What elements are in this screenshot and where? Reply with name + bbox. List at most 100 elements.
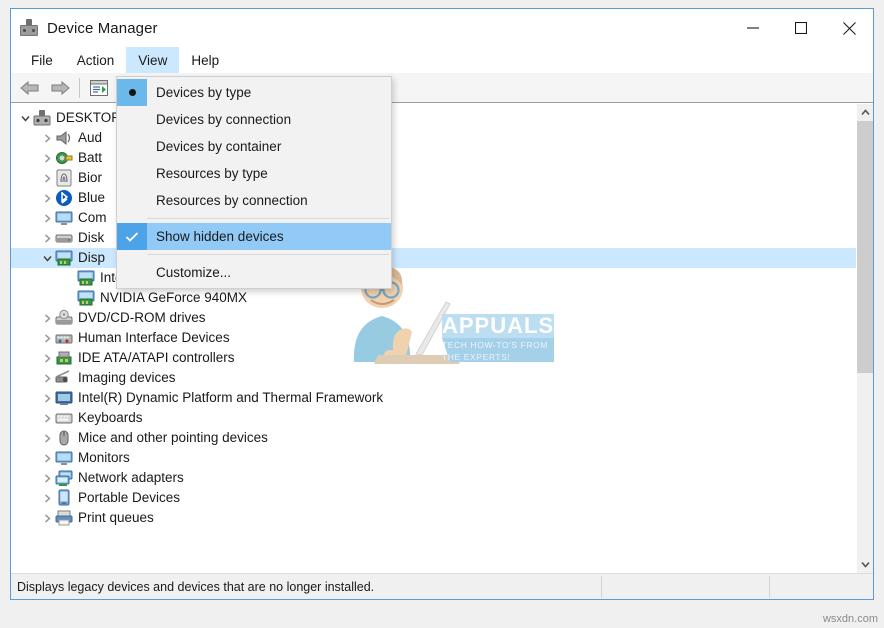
- view-menu-item[interactable]: Customize...: [117, 259, 391, 286]
- menu-action[interactable]: Action: [65, 47, 127, 73]
- chevron-right-icon[interactable]: [39, 488, 55, 508]
- menu-gutter: [117, 259, 147, 286]
- maximize-icon: [795, 22, 807, 34]
- chevron-right-icon[interactable]: [39, 508, 55, 528]
- chevron-right-icon[interactable]: [39, 408, 55, 428]
- view-menu-item[interactable]: Resources by type: [117, 160, 391, 187]
- chevron-right-icon[interactable]: [39, 168, 55, 188]
- tree-row[interactable]: DVD/CD-ROM drives: [11, 308, 856, 328]
- printer-icon: [55, 509, 73, 527]
- view-menu-item[interactable]: Devices by connection: [117, 106, 391, 133]
- menu-help[interactable]: Help: [179, 47, 231, 73]
- audio-icon: [55, 129, 73, 147]
- dvd-drive-icon: [55, 309, 73, 325]
- view-menu-item[interactable]: Devices by container: [117, 133, 391, 160]
- chevron-down-icon[interactable]: [17, 108, 33, 128]
- chevron-right-icon[interactable]: [39, 308, 55, 328]
- status-divider-1: [601, 576, 602, 598]
- chevron-right-icon[interactable]: [39, 448, 55, 468]
- device-manager-icon: [19, 18, 39, 38]
- battery-icon: [55, 149, 73, 167]
- scroll-thumb[interactable]: [857, 121, 873, 374]
- chevron-down-icon[interactable]: [39, 248, 55, 268]
- chevron-right-icon[interactable]: [39, 348, 55, 368]
- view-menu-item-label: Devices by type: [156, 85, 252, 100]
- camera-icon: [55, 370, 70, 383]
- chevron-right-icon[interactable]: [39, 388, 55, 408]
- menu-file[interactable]: File: [19, 47, 65, 73]
- tree-row-label: Com: [78, 210, 107, 225]
- menu-gutter: [117, 187, 147, 214]
- portable-device-icon: [58, 489, 70, 506]
- dvd-drive-icon: [55, 309, 73, 327]
- tree-row-label: Print queues: [78, 510, 154, 525]
- tree-row[interactable]: Keyboards: [11, 408, 856, 428]
- tree-row[interactable]: Print queues: [11, 508, 856, 528]
- chevron-right-icon[interactable]: [39, 148, 55, 168]
- vertical-scrollbar[interactable]: [856, 104, 873, 573]
- tree-row-label: Bior: [78, 170, 103, 185]
- view-menu-item-label: Devices by connection: [156, 112, 292, 127]
- printer-icon: [55, 510, 73, 526]
- monitor-icon: [55, 449, 73, 467]
- tree-row-label: DESKTOP: [56, 110, 121, 125]
- back-button[interactable]: [15, 75, 45, 101]
- tree-row[interactable]: Network adapters: [11, 468, 856, 488]
- view-menu-item-label: Resources by connection: [156, 193, 308, 208]
- scroll-down-button[interactable]: [857, 556, 873, 573]
- close-button[interactable]: [825, 9, 873, 47]
- chevron-right-icon[interactable]: [39, 328, 55, 348]
- tree-row[interactable]: Human Interface Devices: [11, 328, 856, 348]
- tree-row-label: DVD/CD-ROM drives: [78, 310, 206, 325]
- system-device-icon: [55, 391, 73, 405]
- view-menu-item-label: Show hidden devices: [156, 229, 284, 244]
- ide-controller-icon: [55, 349, 73, 367]
- back-arrow-icon: [20, 80, 39, 95]
- hid-icon: [55, 329, 73, 347]
- chevron-right-icon[interactable]: [39, 468, 55, 488]
- tree-row[interactable]: Monitors: [11, 448, 856, 468]
- chevron-right-icon[interactable]: [39, 428, 55, 448]
- status-text: Displays legacy devices and devices that…: [17, 579, 375, 594]
- tree-row[interactable]: NVIDIA GeForce 940MX: [11, 288, 856, 308]
- tree-row-label: Disk: [78, 230, 105, 245]
- properties-button[interactable]: [84, 75, 114, 101]
- tree-row-label: NVIDIA GeForce 940MX: [100, 290, 248, 305]
- view-menu-item[interactable]: Devices by type: [117, 79, 391, 106]
- chevron-right-icon[interactable]: [39, 228, 55, 248]
- scroll-track[interactable]: [857, 121, 873, 556]
- view-menu-item[interactable]: Show hidden devices: [117, 223, 391, 250]
- chevron-right-icon[interactable]: [39, 188, 55, 208]
- close-icon: [842, 21, 856, 35]
- keyboard-icon: [55, 413, 73, 424]
- tree-row[interactable]: Mice and other pointing devices: [11, 428, 856, 448]
- tree-row[interactable]: Imaging devices: [11, 368, 856, 388]
- tree-row[interactable]: Intel(R) Dynamic Platform and Thermal Fr…: [11, 388, 856, 408]
- menu-gutter: [117, 106, 147, 133]
- tree-row[interactable]: IDE ATA/ATAPI controllers: [11, 348, 856, 368]
- chevron-up-icon: [860, 109, 870, 116]
- status-bar: Displays legacy devices and devices that…: [11, 573, 873, 599]
- tree-row-label: Imaging devices: [78, 370, 176, 385]
- chevron-right-icon[interactable]: [39, 368, 55, 388]
- system-device-icon: [55, 389, 73, 407]
- view-dropdown-menu: Devices by type Devices by connection Devi…: [116, 76, 392, 289]
- monitor-icon: [55, 209, 73, 227]
- tree-row-label: Human Interface Devices: [78, 330, 230, 345]
- biometric-icon: [56, 169, 72, 187]
- tree-row[interactable]: Portable Devices: [11, 488, 856, 508]
- battery-icon: [56, 152, 73, 164]
- tree-row-label: Blue: [78, 190, 106, 205]
- view-menu-item[interactable]: Resources by connection: [117, 187, 391, 214]
- minimize-button[interactable]: [729, 9, 777, 47]
- view-menu-item-label: Devices by container: [156, 139, 282, 154]
- computer-root-icon: [33, 110, 51, 126]
- tree-row-label: Batt: [78, 150, 103, 165]
- properties-icon: [90, 79, 108, 96]
- chevron-right-icon[interactable]: [39, 208, 55, 228]
- chevron-right-icon[interactable]: [39, 128, 55, 148]
- forward-button[interactable]: [45, 75, 75, 101]
- menu-view[interactable]: View: [126, 47, 180, 73]
- scroll-up-button[interactable]: [857, 104, 873, 121]
- maximize-button[interactable]: [777, 9, 825, 47]
